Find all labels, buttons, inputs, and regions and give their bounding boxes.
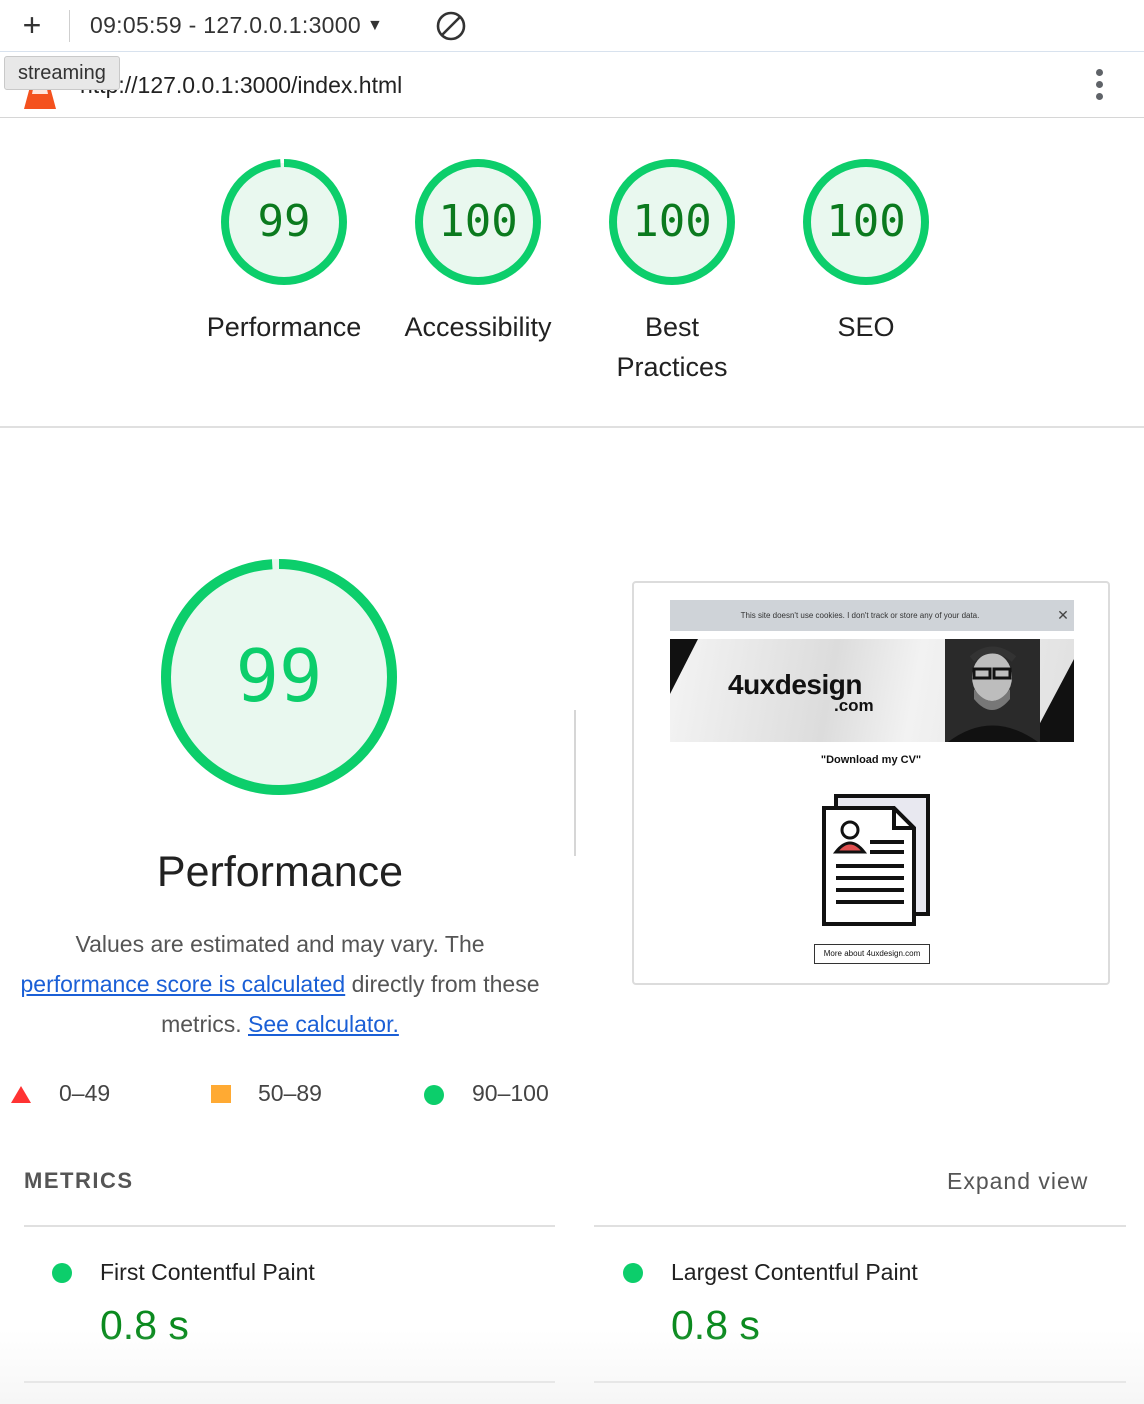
performance-gauge-large: 99 — [158, 556, 400, 798]
section-divider — [0, 426, 1144, 428]
score-label: Accessibility — [404, 312, 552, 342]
score-label: Best Practices — [616, 312, 728, 382]
score-gauge-performance[interactable]: 99 — [219, 157, 349, 287]
metric-value-fcp: 0.8 s — [100, 1302, 189, 1348]
report-selector[interactable]: 09:05:59 - 127.0.0.1:3000 ▼ — [90, 12, 383, 39]
score-gauge-best-practices[interactable]: 100 — [607, 157, 737, 287]
pass-circle-icon — [424, 1085, 444, 1105]
score-value: 99 — [257, 196, 311, 247]
metrics-divider-bottom-left — [24, 1381, 555, 1383]
performance-title: Performance — [156, 848, 404, 896]
legend-average-range: 50–89 — [258, 1080, 322, 1106]
performance-description: Values are estimated and may vary. The p… — [20, 924, 540, 1044]
metric-name-fcp: First Contentful Paint — [100, 1259, 315, 1285]
score-label: SEO — [837, 312, 895, 342]
streaming-tooltip: streaming — [4, 56, 120, 90]
legend-pass-range: 90–100 — [472, 1080, 549, 1106]
close-icon: ✕ — [1057, 607, 1069, 623]
score-gauge-accessibility[interactable]: 100 — [413, 157, 543, 287]
legend-fail-range: 0–49 — [59, 1080, 111, 1106]
desc-text-1: Values are estimated and may vary. The — [75, 931, 485, 957]
metrics-divider-bottom-right — [594, 1381, 1126, 1383]
url-bar: http://127.0.0.1:3000/index.html — [0, 53, 1144, 118]
preview-cookie-text: This site doesn't use cookies. I don't t… — [740, 611, 980, 620]
clear-block-icon[interactable] — [434, 9, 468, 43]
metric-value-lcp: 0.8 s — [671, 1302, 760, 1348]
report-url: http://127.0.0.1:3000/index.html — [80, 72, 403, 98]
score-value: 100 — [826, 196, 906, 247]
preview-logo-sub: .com — [834, 696, 874, 715]
score-gauge-seo[interactable]: 100 — [801, 157, 931, 287]
score-value: 100 — [632, 196, 712, 247]
see-calculator-link[interactable]: See calculator. — [248, 1011, 399, 1037]
metrics-divider-left — [24, 1225, 555, 1227]
devtools-toolbar: + 09:05:59 - 127.0.0.1:3000 ▼ — [0, 0, 1144, 52]
preview-header-banner: 4uxdesign .com — [670, 639, 1074, 742]
expand-view-toggle[interactable]: Expand view — [947, 1168, 1088, 1195]
preview-cookie-banner: This site doesn't use cookies. I don't t… — [670, 600, 1074, 631]
kebab-menu-icon[interactable] — [1088, 67, 1112, 103]
metrics-divider-right — [594, 1225, 1126, 1227]
fail-triangle-icon — [11, 1086, 31, 1103]
pass-dot-icon — [52, 1263, 72, 1283]
metrics-heading: METRICS — [24, 1168, 134, 1193]
metric-name-lcp: Largest Contentful Paint — [671, 1259, 918, 1285]
page-screenshot-preview[interactable]: This site doesn't use cookies. I don't t… — [632, 581, 1110, 985]
toolbar-divider — [69, 10, 70, 42]
new-report-button[interactable]: + — [16, 8, 48, 44]
preview-more-button: More about 4uxdesign.com — [814, 944, 930, 964]
score-calculated-link[interactable]: performance score is calculated — [20, 971, 345, 997]
pass-dot-icon — [623, 1263, 643, 1283]
score-value: 100 — [438, 196, 518, 247]
average-square-icon — [211, 1085, 231, 1103]
chevron-down-icon: ▼ — [366, 17, 384, 34]
cv-document-icon — [822, 794, 930, 926]
preview-download-heading: "Download my CV" — [820, 754, 922, 766]
report-title: 09:05:59 - 127.0.0.1:3000 — [90, 12, 361, 38]
performance-score-large: 99 — [235, 634, 323, 718]
vertical-divider — [574, 710, 576, 856]
score-label: Performance — [206, 312, 362, 342]
